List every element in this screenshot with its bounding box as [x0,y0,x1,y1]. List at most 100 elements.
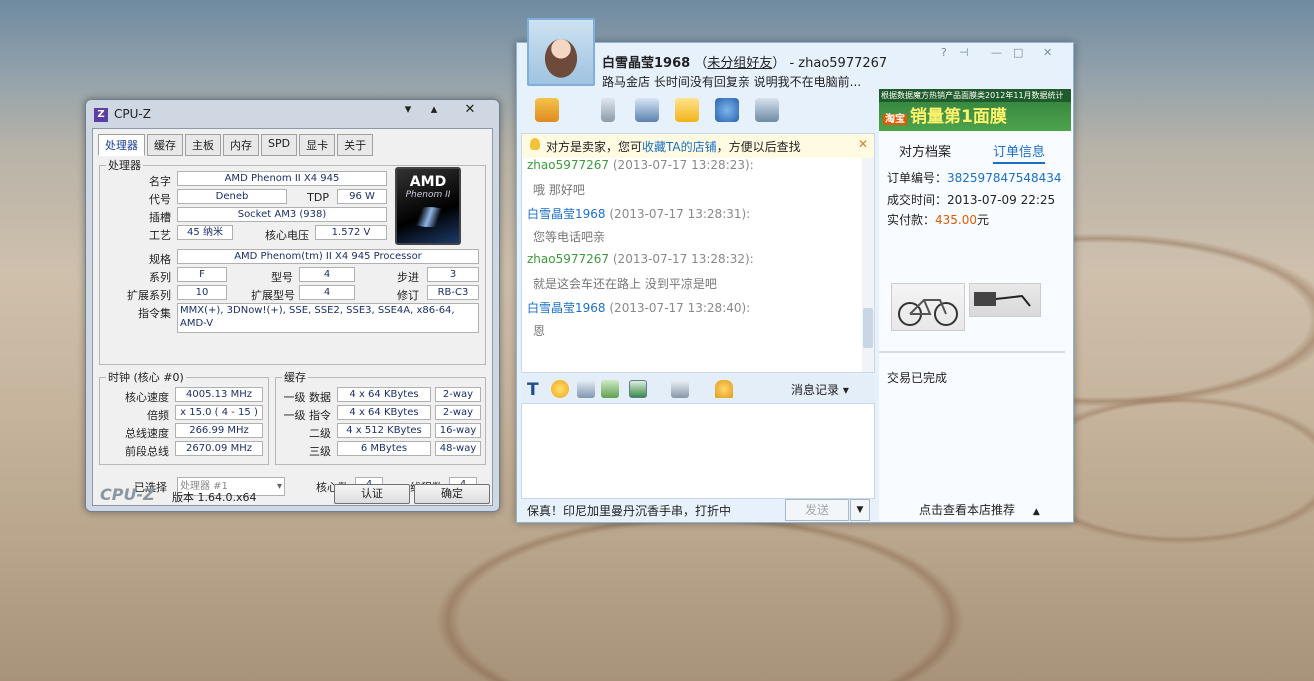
name-label: 名字 [149,175,171,188]
tab-memory[interactable]: 内存 [223,134,259,156]
message-sender[interactable]: 白雪晶莹1968 [527,301,606,315]
message-time: (2013-07-17 13:28:40): [609,301,751,315]
cache-row-assoc: 16-way [435,423,481,438]
history-button[interactable]: 消息记录 ▾ [791,381,849,398]
trade-status: 交易已完成 [887,371,948,385]
cache-row-label: 二级 [309,427,331,440]
help-icon[interactable]: ? [941,46,947,59]
notice-text: 对方是卖家，您可 [546,140,643,154]
maximize-icon[interactable]: □ [1013,46,1023,59]
globe-icon[interactable] [715,98,739,122]
core-speed-label: 核心速度 [125,391,169,404]
cache-row-label: 三级 [309,445,331,458]
pin-icon[interactable]: ⊣ [959,46,969,59]
paid-label: 实付款： [887,213,936,227]
version-text: 版本 1.64.0.x64 [172,491,257,504]
chat-scrollbar[interactable] [862,158,874,372]
multiplier-value: x 15.0 ( 4 - 15 ) [175,405,263,420]
message-sender[interactable]: zhao5977267 [527,158,609,172]
microphone-icon[interactable] [601,98,615,122]
chat-window: 白雪晶莹1968 （未分组好友） - zhao5977267 路马金店 长时间没… [516,18,1074,523]
validate-button[interactable]: 认证 [334,484,410,504]
bell-icon[interactable] [715,380,733,398]
message-header: 白雪晶莹1968 (2013-07-17 13:28:40): [527,299,750,316]
capture-icon[interactable] [629,380,647,398]
order-number[interactable]: 382597847548434 [947,171,1062,185]
close-notice-icon[interactable]: ✕ [858,137,868,151]
banner-title: 销量第1面膜 [910,107,1007,127]
close-button[interactable]: ✕ [458,102,482,117]
recommend-link[interactable]: 点击查看本店推荐 ▲ [919,501,1040,518]
tab-processor[interactable]: 处理器 [98,134,145,156]
minimize-icon[interactable]: — [991,46,1002,59]
tab-mainboard[interactable]: 主板 [185,134,221,156]
message-icon[interactable] [675,98,699,122]
send-button[interactable]: 发送 [785,499,849,521]
ad-banner[interactable]: 根据数据魔方热销产品面膜类2012年11月数据统计 淘宝 销量第1面膜 [879,89,1071,131]
fsb-value: 2670.09 MHz [175,441,263,456]
folder-icon[interactable] [535,98,559,122]
cache-row-size: 6 MBytes [337,441,431,456]
banner-caption: 根据数据魔方热销产品面膜类2012年11月数据统计 [879,89,1071,102]
product-thumbnail-accessory[interactable] [969,283,1041,317]
banner-headline: 淘宝 销量第1面膜 [879,102,1071,127]
product-thumbnail-bicycle[interactable] [891,283,965,331]
image-icon[interactable] [577,380,595,398]
message-text: 恩 [533,324,546,338]
family-label: 系列 [149,271,171,284]
message-input[interactable] [521,403,875,499]
ext-family-label: 扩展系列 [127,289,171,302]
tab-spd[interactable]: SPD [261,134,298,156]
font-icon[interactable]: T [527,380,545,400]
contact-name[interactable]: 白雪晶莹1968 [602,56,690,71]
contact-account: - zhao5977267 [789,56,888,71]
codename-label: 代号 [149,193,171,206]
avatar[interactable] [527,18,595,86]
format-toolbar: T 消息记录 ▾ [521,375,875,403]
message-sender[interactable]: 白雪晶莹1968 [527,207,606,221]
tab-about[interactable]: 关于 [337,134,374,156]
favorite-shop-link[interactable]: 收藏TA的店铺 [642,140,717,154]
socket-label: 插槽 [149,211,171,224]
minimize-button[interactable]: ▾ [396,102,420,117]
notice-text-end: ，方便以后查找 [716,140,801,154]
cache-row-size: 4 x 64 KBytes [337,405,431,420]
revision-label: 修订 [397,289,419,302]
accessory-icon [974,292,1031,307]
lightbulb-icon [530,138,540,150]
tab-cache[interactable]: 缓存 [147,134,183,156]
tab-order-info[interactable]: 订单信息 [993,141,1046,164]
close-icon[interactable]: ✕ [1043,46,1052,59]
cache-row-size: 4 x 512 KBytes [337,423,431,438]
cache-row-label: 一级 指令 [283,409,332,422]
screenshot-icon[interactable] [601,380,619,398]
group-link[interactable]: 未分组好友 [707,56,772,71]
scrollbar-thumb[interactable] [863,308,873,348]
ok-button[interactable]: 确定 [414,484,490,504]
cpuz-titlebar[interactable]: Z CPU-Z ▾ ▴ ✕ [86,100,499,128]
cpuz-app-icon: Z [94,108,108,122]
chevron-down-icon: ▾ [276,481,282,492]
chat-history[interactable]: 对方是卖家，您可收藏TA的店铺，方便以后查找 ✕ zhao5977267 (20… [521,133,875,373]
amd-phenom-logo: AMD Phenom II [395,167,461,245]
send-options-button[interactable]: ▼ [850,499,870,521]
cpuz-brand: CPU-Z [100,485,155,504]
contact-card-icon[interactable] [755,98,779,122]
maximize-button[interactable]: ▴ [422,102,446,117]
banner-tag: 淘宝 [883,114,907,125]
template-icon[interactable] [671,380,689,398]
tab-graphics[interactable]: 显卡 [299,134,336,156]
message-time: (2013-07-17 13:28:31): [609,207,751,221]
clocks-legend: 时钟 (核心 #0) [108,371,184,384]
emoji-icon[interactable] [551,380,569,398]
message-time: (2013-07-17 13:28:23): [612,158,754,172]
tab-profile[interactable]: 对方档案 [899,141,951,160]
family-value: F [177,267,227,282]
socket-value: Socket AM3 (938) [177,207,387,222]
seller-notice: 对方是卖家，您可收藏TA的店铺，方便以后查找 ✕ [522,134,874,158]
name-value: AMD Phenom II X4 945 [177,171,387,186]
logo-swoosh [407,207,451,227]
video-icon[interactable] [635,98,659,122]
message-text: 哦 那好吧 [533,183,585,197]
message-sender[interactable]: zhao5977267 [527,252,609,266]
